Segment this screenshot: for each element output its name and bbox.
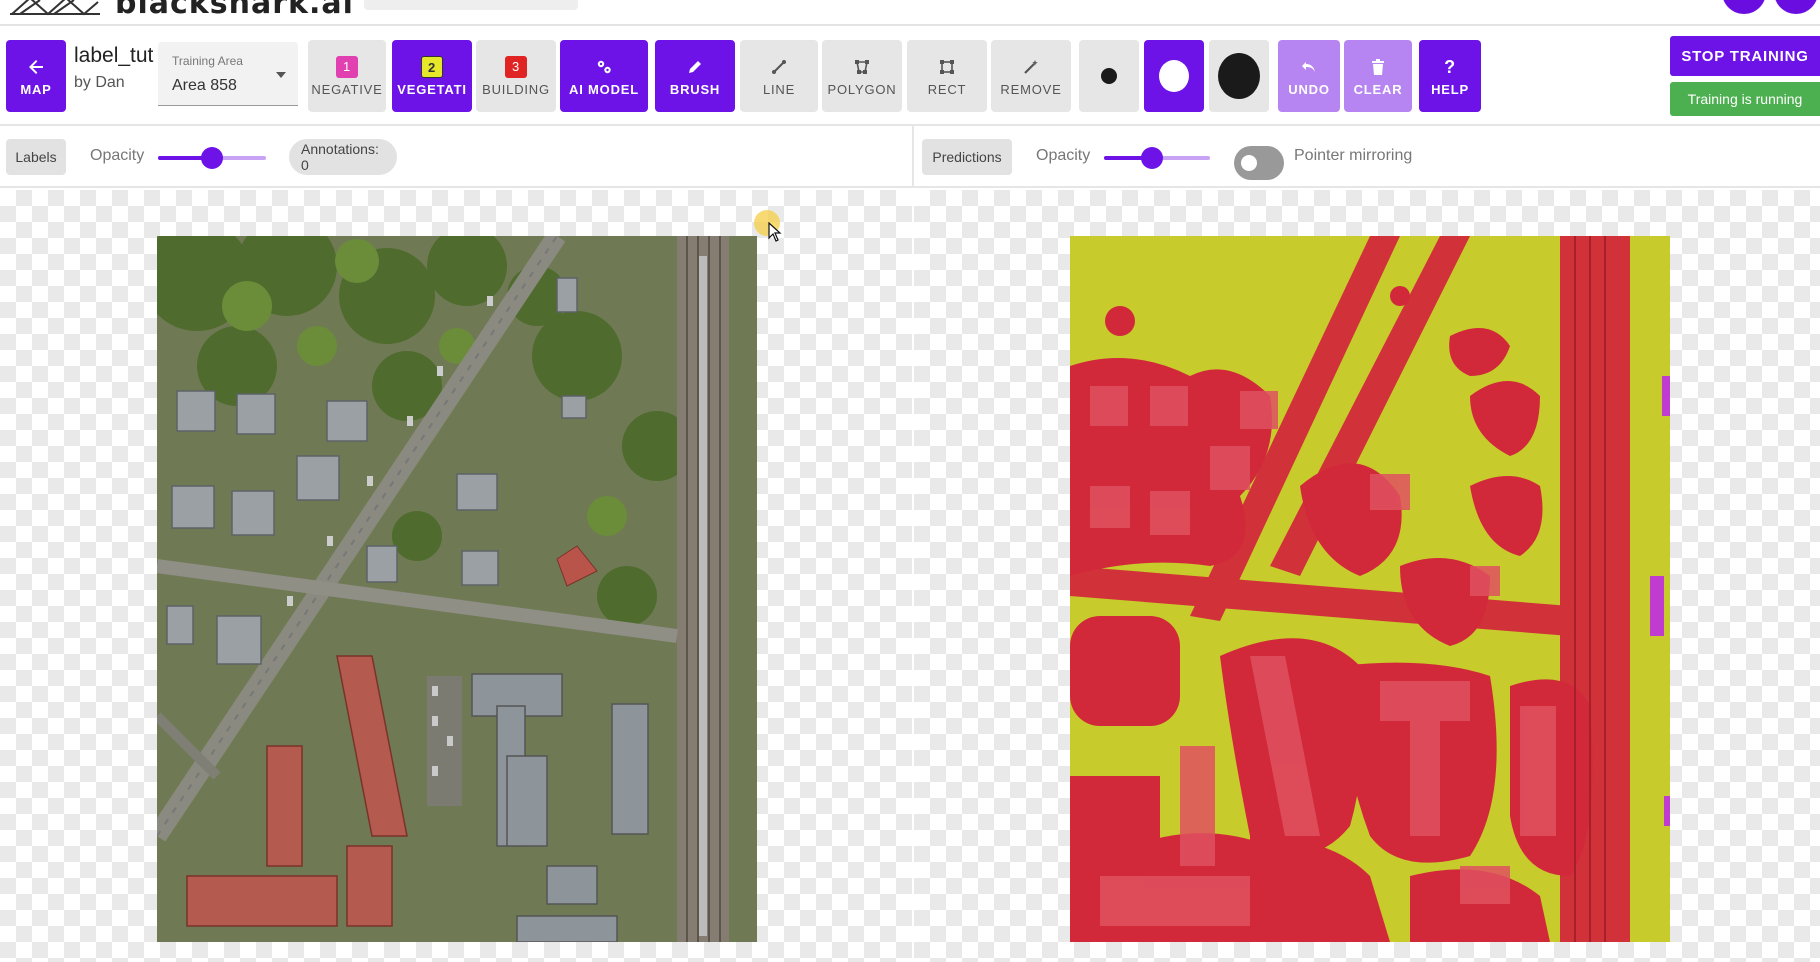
dot-small-icon <box>1101 68 1117 84</box>
mouse-pointer-icon <box>768 222 782 242</box>
brush-tool-button[interactable]: BRUSH <box>655 40 735 112</box>
help-icon: ? <box>1444 56 1456 77</box>
class-number-badge: 1 <box>336 55 358 78</box>
ai-model-label: AI MODEL <box>569 81 639 97</box>
class-label-negative: NEGATIVE <box>311 81 383 97</box>
brush-size-large-button[interactable] <box>1209 40 1269 112</box>
brush-size-medium-button[interactable] <box>1144 40 1204 112</box>
wand-icon <box>1023 56 1039 78</box>
toolbar: MAP label_tut by Dan Training Area Area … <box>0 30 1820 126</box>
polygon-label: POLYGON <box>827 81 897 97</box>
aerial-image[interactable] <box>157 236 757 942</box>
predictions-opacity-slider[interactable] <box>1104 147 1210 169</box>
class-number-badge: 2 <box>421 55 443 78</box>
ai-model-button[interactable]: AI MODEL <box>560 40 648 112</box>
training-area-select[interactable]: Training Area Area 858 <box>158 42 298 106</box>
ai-model-icon <box>595 56 613 78</box>
remove-label: REMOVE <box>1000 81 1062 97</box>
polygon-icon <box>854 56 870 78</box>
panel-divider <box>912 126 914 188</box>
undo-label: UNDO <box>1288 81 1330 97</box>
rect-tool-button[interactable]: RECT <box>907 40 987 112</box>
header-action-button-2[interactable] <box>1774 0 1818 14</box>
class-button-negative[interactable]: 1 NEGATIVE <box>308 40 386 112</box>
slider-thumb[interactable] <box>1140 147 1163 169</box>
prediction-overlay-image[interactable] <box>1070 236 1670 942</box>
clear-button[interactable]: CLEAR <box>1344 40 1412 112</box>
predictions-canvas-panel[interactable] <box>914 190 1820 962</box>
pointer-mirroring-label: Pointer mirroring <box>1294 147 1413 164</box>
labels-toggle-chip[interactable]: Labels <box>6 139 66 175</box>
logo-text: blackshark.ai <box>115 0 354 21</box>
map-button-label: MAP <box>20 81 52 97</box>
predictions-opacity-label: Opacity <box>1036 147 1091 164</box>
predictions-toggle-chip[interactable]: Predictions <box>922 139 1012 175</box>
help-button[interactable]: ? HELP <box>1419 40 1481 112</box>
labels-opacity-label: Opacity <box>90 147 145 164</box>
training-area-value: Area 858 <box>172 77 237 94</box>
dot-large-icon <box>1218 53 1260 99</box>
app-header: blackshark.ai <box>0 0 1820 26</box>
undo-button[interactable]: UNDO <box>1278 40 1340 112</box>
project-name: label_tut <box>74 44 154 67</box>
class-label-building: BUILDING <box>482 81 550 97</box>
annotations-count-chip: Annotations: 0 <box>289 139 397 175</box>
slider-thumb[interactable] <box>201 147 223 169</box>
labels-canvas-panel[interactable] <box>0 190 912 962</box>
polygon-tool-button[interactable]: POLYGON <box>822 40 902 112</box>
header-action-button-1[interactable] <box>1722 0 1766 14</box>
remove-tool-button[interactable]: REMOVE <box>991 40 1071 112</box>
help-label: HELP <box>1431 81 1469 97</box>
class-label-vegetation: VEGETATI <box>397 81 467 97</box>
trash-icon <box>1371 56 1385 78</box>
training-status-badge: Training is running <box>1670 82 1820 116</box>
class-number-badge: 3 <box>505 55 527 78</box>
class-button-vegetation[interactable]: 2 VEGETATI <box>392 40 472 112</box>
line-tool-button[interactable]: LINE <box>740 40 818 112</box>
logo-icon <box>10 0 100 16</box>
project-owner: by Dan <box>74 74 125 91</box>
arrow-left-icon <box>28 56 44 78</box>
undo-icon <box>1301 56 1317 78</box>
line-icon <box>771 56 787 78</box>
brush-size-small-button[interactable] <box>1079 40 1139 112</box>
clear-label: CLEAR <box>1353 81 1403 97</box>
labels-opacity-slider[interactable] <box>158 147 266 169</box>
brush-label: BRUSH <box>669 81 721 97</box>
brush-icon <box>687 56 703 78</box>
training-area-label: Training Area <box>172 54 243 68</box>
pointer-mirroring-toggle[interactable] <box>1234 146 1284 180</box>
search-bar[interactable] <box>364 0 578 10</box>
stop-training-button[interactable]: STOP TRAINING <box>1670 36 1820 76</box>
rect-label: RECT <box>927 81 967 97</box>
map-button[interactable]: MAP <box>6 40 66 112</box>
rect-icon <box>939 56 955 78</box>
toggle-knob <box>1241 155 1257 171</box>
dot-medium-icon <box>1159 60 1189 92</box>
line-label: LINE <box>762 81 796 97</box>
chevron-down-icon <box>276 72 286 78</box>
view-controls: Labels Opacity Annotations: 0 Prediction… <box>0 126 1820 188</box>
class-button-building[interactable]: 3 BUILDING <box>476 40 556 112</box>
project-info: label_tut by Dan <box>74 44 153 92</box>
